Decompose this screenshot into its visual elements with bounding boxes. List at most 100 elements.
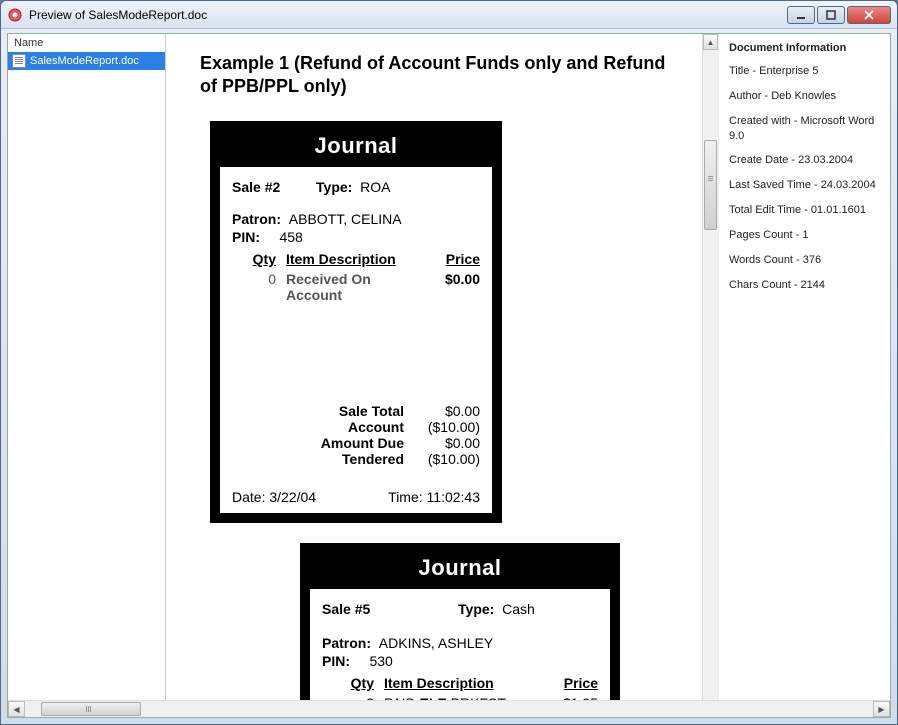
date-label: Date: <box>232 489 265 505</box>
col-desc: Item Description <box>286 251 416 267</box>
row-desc: Received On Account <box>286 271 416 303</box>
sale-label: Sale #2 <box>232 179 280 195</box>
window-buttons <box>787 6 891 24</box>
docinfo-value: Deb Knowles <box>771 90 836 102</box>
type-value: Cash <box>502 601 535 617</box>
docinfo-row: Total Edit Time - 01.01.1601 <box>729 203 880 218</box>
titlebar[interactable]: Preview of SalesModeReport.doc <box>1 1 897 29</box>
close-button[interactable] <box>847 6 891 24</box>
totals: Sale Total$0.00 Account($10.00) Amount D… <box>232 403 480 467</box>
docinfo-row: Create Date - 23.03.2004 <box>729 153 880 168</box>
row-desc-suffix: BRKFST <box>447 695 506 700</box>
scroll-thumb[interactable] <box>704 140 717 230</box>
col-price: Price <box>416 251 480 267</box>
sale-label: Sale #5 <box>322 601 370 617</box>
file-list[interactable]: SalesModeReport.doc <box>8 52 165 700</box>
docinfo-value: 2144 <box>801 279 825 291</box>
horizontal-scrollbar[interactable]: ◀ ▶ <box>8 700 890 717</box>
window: Preview of SalesModeReport.doc Name Sale… <box>0 0 898 725</box>
table-header: Qty Item Description Price <box>322 675 598 691</box>
docinfo-value: 376 <box>803 254 821 266</box>
docinfo-heading: Document Information <box>729 42 880 54</box>
docinfo-row: Title - Enterprise 5 <box>729 64 880 79</box>
window-title: Preview of SalesModeReport.doc <box>29 8 787 22</box>
col-qty: Qty <box>242 251 286 267</box>
total-label: Tendered <box>264 451 404 467</box>
sidebar-header: Name <box>8 34 165 52</box>
type-label: Type: <box>458 601 494 617</box>
journal-receipt: Journal Sale #2 Type: ROA Patron: <box>210 121 502 523</box>
docinfo-value: 01.01.1601 <box>811 204 866 216</box>
preview-content[interactable]: Example 1 (Refund of Account Funds only … <box>166 34 702 700</box>
total-value: $0.00 <box>404 403 480 419</box>
preview-pane: Example 1 (Refund of Account Funds only … <box>166 34 718 700</box>
row-price: $1.95 <box>534 695 598 700</box>
docinfo-row: Words Count - 376 <box>729 253 880 268</box>
patron-label: Patron: <box>322 635 371 651</box>
total-value: ($10.00) <box>404 419 480 435</box>
scroll-track[interactable] <box>703 50 718 700</box>
pin-label: PIN: <box>322 653 350 669</box>
scroll-right-button[interactable]: ▶ <box>873 701 890 717</box>
col-desc: Item Description <box>384 675 534 691</box>
time-label: Time: <box>388 489 422 505</box>
scroll-thumb[interactable] <box>41 702 141 716</box>
row-qty: 3 <box>340 695 384 700</box>
patron-label: Patron: <box>232 211 281 227</box>
row-price: $0.00 <box>416 271 480 303</box>
file-item-label: SalesModeReport.doc <box>30 55 139 67</box>
row-desc: PAID ELE BRKFST <box>384 695 534 700</box>
docinfo-label: Create Date <box>729 154 788 166</box>
docinfo-label: Title <box>729 65 749 77</box>
row-desc-bold: ELE <box>420 695 447 700</box>
journal-title: Journal <box>310 553 610 589</box>
table-header: Qty Item Description Price <box>232 251 480 267</box>
patron-value: ADKINS, ASHLEY <box>379 635 493 651</box>
scroll-left-button[interactable]: ◀ <box>8 701 25 717</box>
journal-receipt: Journal Sale #5 Type: Cash Patron: <box>300 543 620 700</box>
total-label: Sale Total <box>264 403 404 419</box>
document-icon <box>12 54 26 68</box>
docinfo-row: Author - Deb Knowles <box>729 89 880 104</box>
minimize-button[interactable] <box>787 6 815 24</box>
app-icon <box>7 7 23 23</box>
docinfo-label: Total Edit Time <box>729 204 801 216</box>
journal-body: Sale #2 Type: ROA Patron: ABBOTT, CELINA <box>220 167 492 513</box>
file-item[interactable]: SalesModeReport.doc <box>8 52 165 70</box>
row-qty: 0 <box>242 271 286 303</box>
row-desc-prefix: PAID <box>384 695 420 700</box>
table-row: 0 Received On Account $0.00 <box>232 271 480 303</box>
pin-label: PIN: <box>232 229 260 245</box>
docinfo-value: Enterprise 5 <box>759 65 818 77</box>
total-label: Account <box>264 419 404 435</box>
maximize-button[interactable] <box>817 6 845 24</box>
scroll-up-button[interactable]: ▲ <box>703 34 718 50</box>
pin-value: 458 <box>279 229 302 245</box>
docinfo-value: 23.03.2004 <box>798 154 853 166</box>
vertical-scrollbar[interactable]: ▲ <box>702 34 718 700</box>
total-label: Amount Due <box>264 435 404 451</box>
patron-value: ABBOTT, CELINA <box>289 211 402 227</box>
col-price: Price <box>534 675 598 691</box>
type-value: ROA <box>360 179 390 195</box>
docinfo-label: Words Count <box>729 254 793 266</box>
type-label: Type: <box>316 179 352 195</box>
docinfo-label: Pages Count <box>729 229 793 241</box>
docinfo-label: Chars Count <box>729 279 791 291</box>
total-value: ($10.00) <box>404 451 480 467</box>
journal-body: Sale #5 Type: Cash Patron: ADKINS, ASHLE… <box>310 589 610 700</box>
journal-title: Journal <box>220 131 492 167</box>
client-area: Name SalesModeReport.doc Example 1 (Refu… <box>7 33 891 718</box>
scroll-track[interactable] <box>25 701 873 717</box>
columns: Name SalesModeReport.doc Example 1 (Refu… <box>8 34 890 700</box>
docinfo-label: Author <box>729 90 761 102</box>
table-row: 3 PAID ELE BRKFST $1.95 <box>322 695 598 700</box>
docinfo-row: Chars Count - 2144 <box>729 278 880 293</box>
document-heading: Example 1 (Refund of Account Funds only … <box>200 52 668 99</box>
total-value: $0.00 <box>404 435 480 451</box>
docinfo-value: 24.03.2004 <box>821 179 876 191</box>
document-info-panel: Document Information Title - Enterprise … <box>718 34 890 700</box>
col-qty: Qty <box>340 675 384 691</box>
docinfo-value: 1 <box>802 229 808 241</box>
pin-value: 530 <box>369 653 392 669</box>
